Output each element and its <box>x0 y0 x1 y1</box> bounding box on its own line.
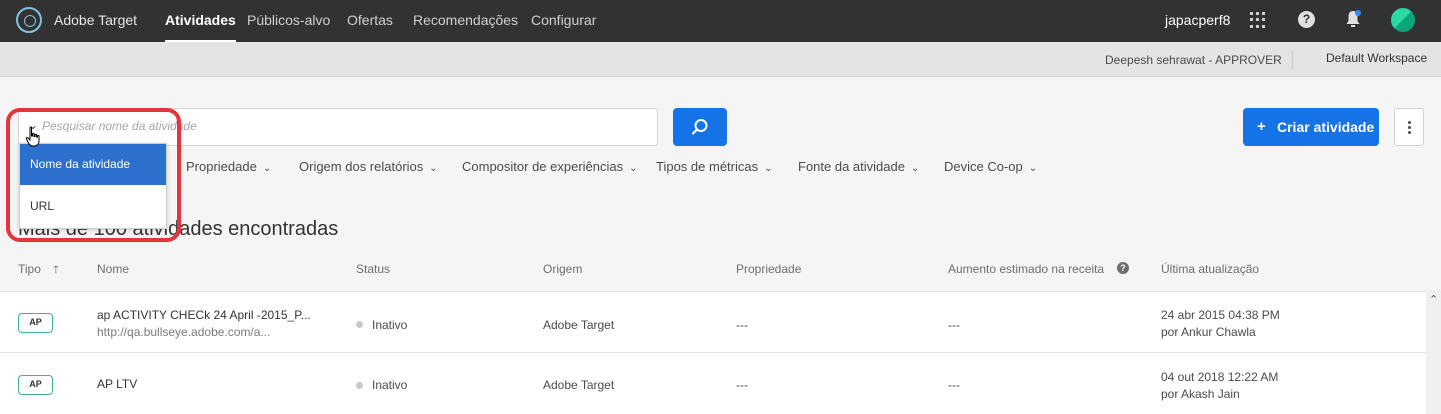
help-icon[interactable]: ? <box>1298 11 1315 28</box>
status-dot-icon <box>356 382 363 389</box>
updated-by: por Akash Jain <box>1161 387 1240 401</box>
workspace-bar: Deepesh sehrawat - APPROVER Default Work… <box>0 42 1441 77</box>
activity-name-link[interactable]: ap ACTIVITY CHECk 24 April -2015_P... <box>97 308 311 322</box>
updated-date: 04 out 2018 12:22 AM <box>1161 370 1279 384</box>
property-cell: --- <box>736 318 748 332</box>
filter-label: Origem dos relatórios <box>299 159 424 174</box>
column-header-ultima-atualizacao[interactable]: Última atualização <box>1161 262 1259 276</box>
filter-fonte-atividade[interactable]: Fonte da atividade ⌄ <box>798 159 919 174</box>
status-label: Inativo <box>372 378 408 392</box>
chevron-down-icon: ⌄ <box>262 163 272 174</box>
create-activity-label: Criar atividade <box>1277 119 1375 135</box>
property-cell: --- <box>736 378 748 392</box>
user-avatar[interactable] <box>1391 8 1415 32</box>
chevron-down-icon: ⌄ <box>1028 163 1038 174</box>
column-header-propriedade[interactable]: Propriedade <box>736 262 801 276</box>
filter-device-coop[interactable]: Device Co-op ⌄ <box>944 159 1037 174</box>
status-dot-icon <box>356 321 363 328</box>
activity-url: http://qa.bullseye.adobe.com/a... <box>97 325 271 339</box>
nav-item-atividades[interactable]: Atividades <box>165 12 236 42</box>
activity-name-link[interactable]: AP LTV <box>97 377 137 391</box>
top-nav-bar: Adobe Target Atividades Públicos-alvo Of… <box>0 0 1441 42</box>
filter-label: Tipos de métricas <box>656 159 759 174</box>
filter-label: Propriedade <box>186 159 257 174</box>
filter-tipos-metricas[interactable]: Tipos de métricas ⌄ <box>656 159 773 174</box>
chevron-down-icon: ⌄ <box>910 163 920 174</box>
vertical-scrollbar[interactable] <box>1426 291 1441 414</box>
column-header-status[interactable]: Status <box>356 262 390 276</box>
filter-label: Device Co-op <box>944 159 1023 174</box>
filter-label: Fonte da atividade <box>798 159 905 174</box>
chevron-down-icon: ⌄ <box>764 163 773 174</box>
filter-label: Compositor de experiências <box>462 159 624 174</box>
activity-type-badge: AP <box>18 375 53 395</box>
updated-date: 24 abr 2015 04:38 PM <box>1161 308 1280 322</box>
create-activity-button[interactable]: + Criar atividade <box>1243 108 1379 146</box>
filter-compositor[interactable]: Compositor de experiências ⌄ <box>462 159 638 174</box>
plus-icon: + <box>1257 118 1266 135</box>
scroll-up-arrow-icon[interactable]: ⌃ <box>1429 293 1438 306</box>
activity-type-badge: AP <box>18 313 53 333</box>
nav-item-publicos-alvo[interactable]: Públicos-alvo <box>247 12 330 28</box>
info-icon[interactable]: ? <box>1117 262 1129 274</box>
filter-origem-relatorios[interactable]: Origem dos relatórios ⌄ <box>299 159 438 174</box>
status-label: Inativo <box>372 318 408 332</box>
origin-cell: Adobe Target <box>543 318 615 332</box>
chevron-down-icon: ⌄ <box>629 163 638 174</box>
search-button[interactable] <box>673 108 727 146</box>
user-role-label: Deepesh sehrawat - APPROVER <box>1105 53 1282 67</box>
nav-item-recomendacoes[interactable]: Recomendações <box>413 12 518 28</box>
nav-item-configurar[interactable]: Configurar <box>531 12 596 28</box>
tenant-name[interactable]: japacperf8 <box>1165 12 1230 28</box>
divider <box>1292 50 1293 70</box>
workspace-selector[interactable]: Default Workspace <box>1326 51 1427 65</box>
adobe-target-logo-icon[interactable] <box>16 7 42 33</box>
app-brand[interactable]: Adobe Target <box>54 12 137 28</box>
column-header-nome[interactable]: Nome <box>97 262 129 276</box>
chevron-down-icon: ⌄ <box>429 163 438 174</box>
table-row[interactable]: AP AP LTV Inativo Adobe Target --- --- 0… <box>0 354 1426 414</box>
more-options-button[interactable] <box>1394 108 1424 146</box>
column-header-origem[interactable]: Origem <box>543 262 582 276</box>
filter-propriedade[interactable]: Propriedade ⌄ <box>186 159 271 174</box>
table-row[interactable]: AP ap ACTIVITY CHECk 24 April -2015_P...… <box>0 292 1426 353</box>
column-header-tipo[interactable]: Tipo <box>18 262 41 276</box>
column-header-aumento-receita[interactable]: Aumento estimado na receita <box>948 262 1104 276</box>
hand-cursor-icon <box>25 126 40 147</box>
origin-cell: Adobe Target <box>543 378 615 392</box>
search-icon <box>691 119 708 135</box>
lift-cell: --- <box>948 378 960 392</box>
nav-item-ofertas[interactable]: Ofertas <box>347 12 393 28</box>
app-switcher-icon[interactable] <box>1250 12 1266 28</box>
notifications-bell-icon[interactable] <box>1345 10 1361 28</box>
sort-ascending-icon[interactable]: 🡑 <box>53 261 59 280</box>
lift-cell: --- <box>948 318 960 332</box>
updated-by: por Ankur Chawla <box>1161 325 1256 339</box>
